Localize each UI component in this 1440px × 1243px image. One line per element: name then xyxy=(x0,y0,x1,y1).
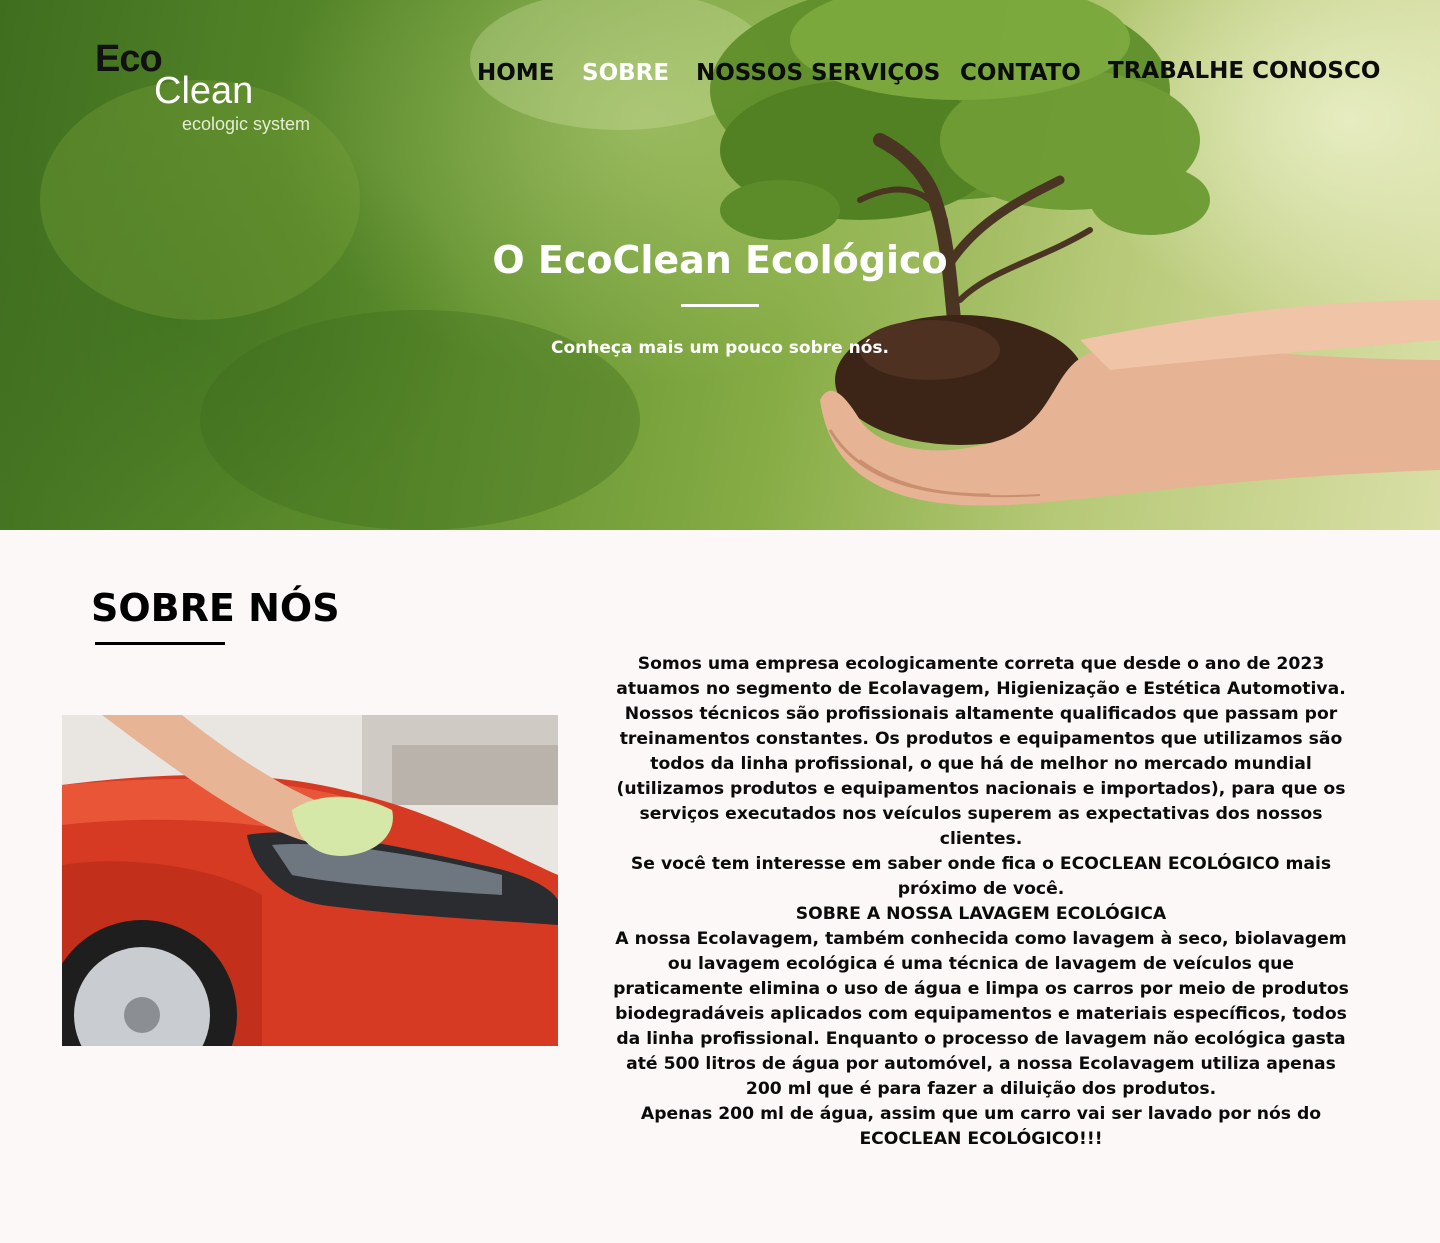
nav-item-contato[interactable]: CONTATO xyxy=(960,60,1081,86)
about-paragraph-intro: Somos uma empresa ecologicamente correta… xyxy=(616,654,1346,849)
about-paragraph-ecolavagem: A nossa Ecolavagem, também conhecida com… xyxy=(613,929,1349,1099)
hero-title: O EcoClean Ecológico xyxy=(492,238,948,282)
hero-banner: Eco Clean ecologic system HOME SOBRE NOS… xyxy=(0,0,1440,530)
about-description: Somos uma empresa ecologicamente correta… xyxy=(611,652,1351,1152)
about-paragraph-closing: Apenas 200 ml de água, assim que um carr… xyxy=(640,1104,1322,1149)
nav-item-trabalhe-conosco[interactable]: TRABALHE CONOSCO xyxy=(1108,58,1380,84)
nav-item-nossos-servicos[interactable]: NOSSOS SERVIÇOS xyxy=(696,60,940,86)
nav-item-home[interactable]: HOME xyxy=(477,60,554,86)
car-cleaning-photo xyxy=(62,715,558,1046)
logo-tagline: ecologic system xyxy=(182,114,311,134)
car-cleaning-image xyxy=(62,715,558,1046)
main-nav: HOME SOBRE NOSSOS SERVIÇOS CONTATO TRABA… xyxy=(0,58,1440,96)
about-title-underline xyxy=(95,642,225,645)
about-subheading-lavagem: SOBRE A NOSSA LAVAGEM ECOLÓGICA xyxy=(795,904,1167,924)
about-paragraph-location: Se você tem interesse em saber onde fica… xyxy=(630,854,1332,899)
nav-item-sobre[interactable]: SOBRE xyxy=(582,60,669,86)
about-title: SOBRE NÓS xyxy=(91,586,340,630)
hero-subtitle: Conheça mais um pouco sobre nós. xyxy=(551,338,889,358)
hero-title-underline xyxy=(681,304,759,307)
about-section: SOBRE NÓS Somos uma empresa ecologicamen… xyxy=(0,530,1440,1243)
